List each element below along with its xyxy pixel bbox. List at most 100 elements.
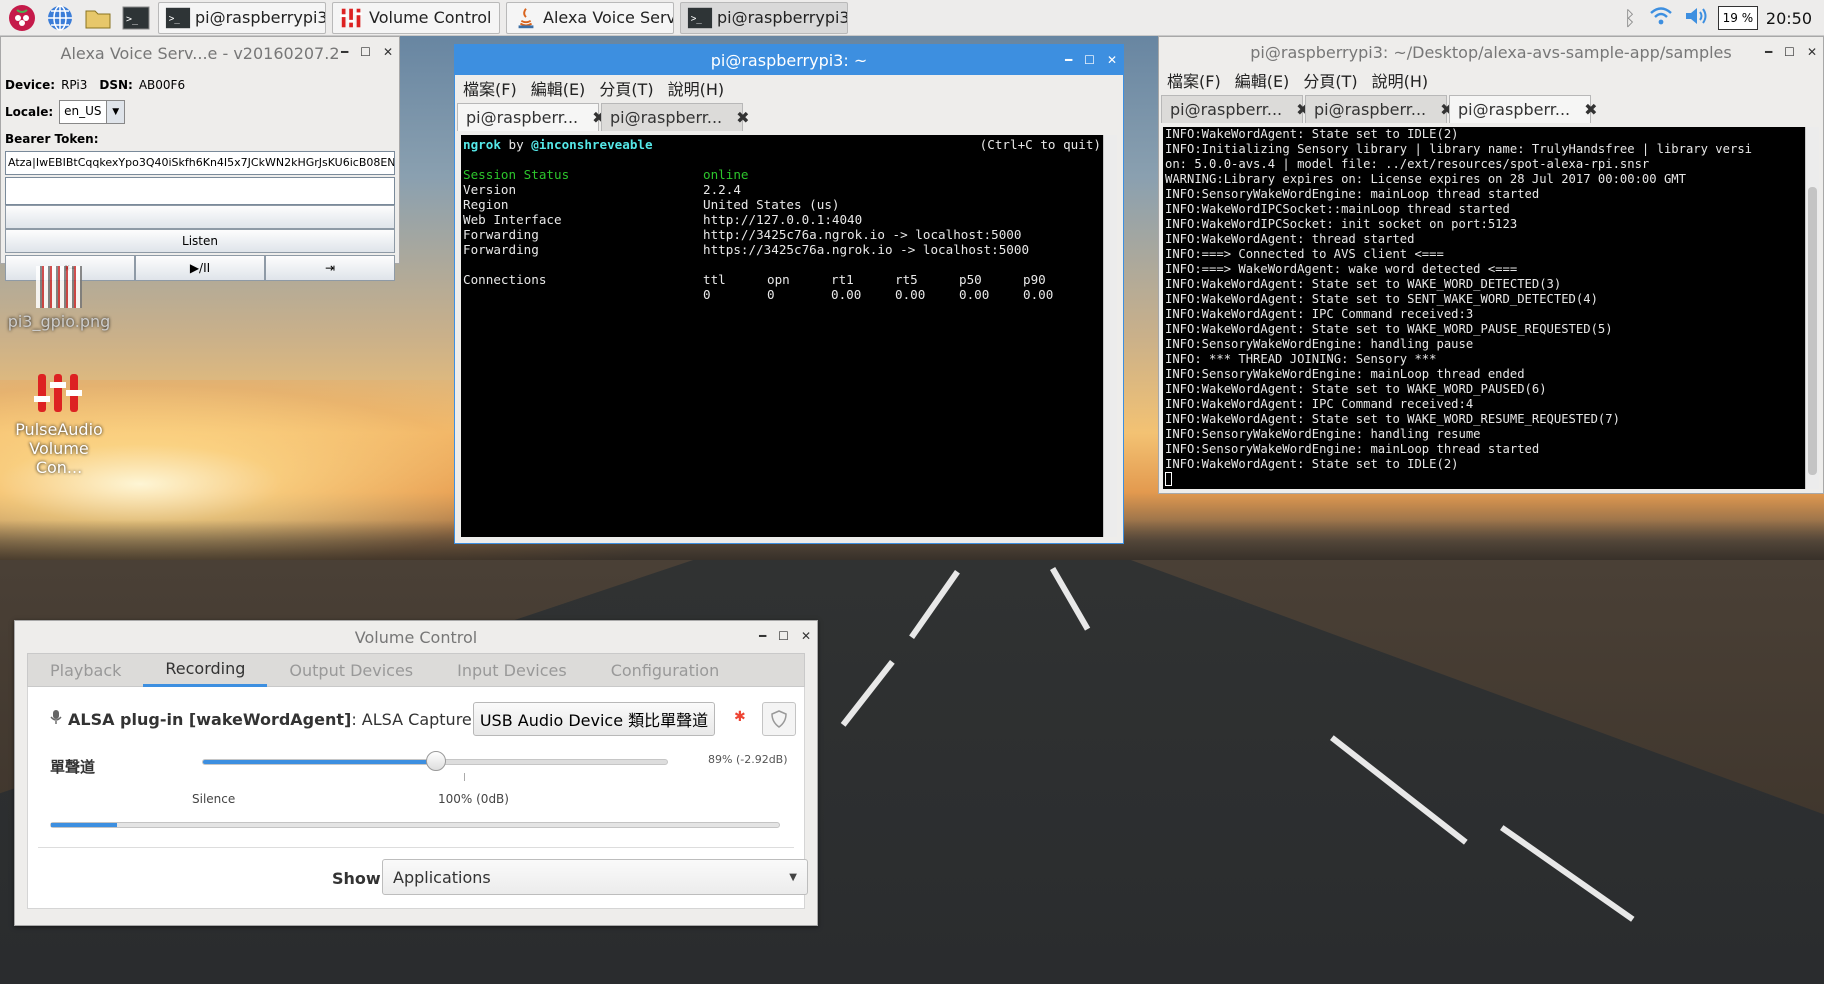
log-line: INFO:WakeWordIPCSocket: init socket on p… [1165, 217, 1518, 231]
tab-playback[interactable]: Playback [28, 653, 143, 687]
scrollbar[interactable] [1805, 127, 1819, 489]
tab-terminal-2[interactable]: pi@raspberr... ✖ [1305, 95, 1454, 123]
tab-terminal-3[interactable]: pi@raspberr... ✖ [1449, 95, 1598, 123]
svg-text:>_: >_ [169, 13, 181, 24]
play-pause-button[interactable]: ▶/II [135, 255, 265, 281]
task-volume-control[interactable]: Volume Control [332, 1, 500, 34]
listen-button[interactable]: Listen [5, 229, 395, 253]
volume-tab-bar: Playback Recording Output Devices Input … [27, 653, 805, 687]
lock-channels-button[interactable] [762, 702, 796, 736]
minimize-icon[interactable]: ━ [341, 45, 348, 59]
show-label: Show: [332, 869, 388, 888]
menu-file[interactable]: 檔案(F) [463, 76, 517, 100]
maximize-icon[interactable]: ☐ [360, 45, 371, 59]
menu-edit[interactable]: 編輯(E) [531, 76, 586, 100]
menu-help[interactable]: 說明(H) [668, 76, 725, 100]
close-icon[interactable]: ✖ [1584, 100, 1597, 119]
unnamed-button[interactable] [5, 205, 395, 229]
wifi-icon[interactable] [1650, 6, 1672, 30]
chevron-down-icon[interactable]: ▼ [106, 101, 125, 123]
ngrok-brand: ngrok [463, 137, 501, 152]
volume-icon[interactable] [1684, 6, 1710, 30]
tab-terminal-1[interactable]: pi@raspberr... ✖ [457, 103, 606, 131]
task-alexa[interactable]: Alexa Voice Service -... [506, 1, 674, 34]
source-device-button[interactable]: USB Audio Device 類比單聲道 [473, 702, 715, 736]
task-terminal-1[interactable]: >_ pi@raspberrypi3: ~/... [158, 1, 326, 34]
show-value: Applications [393, 867, 491, 887]
volume-titlebar[interactable]: Volume Control ━ ☐ ✕ [15, 621, 817, 653]
minimize-icon[interactable]: ━ [759, 629, 766, 643]
close-icon[interactable]: ✕ [1107, 53, 1117, 67]
bluetooth-icon[interactable]: ᛒ [1624, 6, 1636, 30]
close-icon[interactable]: ✕ [801, 629, 811, 643]
menubar: 檔案(F) 編輯(E) 分頁(T) 說明(H) [455, 75, 1123, 101]
connections-values: 0 0 0.00 0.00 0.00 0.00 [463, 287, 1115, 302]
volume-slider[interactable] [202, 751, 668, 771]
tab-bar: pi@raspberr... ✖ pi@raspberr... ✖ pi@raspb… [1159, 93, 1823, 123]
next-button[interactable]: ⇥ [265, 255, 395, 281]
scrollbar[interactable] [1103, 135, 1117, 537]
raspberry-menu-icon[interactable] [6, 2, 38, 34]
conn-col: ttl [703, 272, 726, 287]
device-value: RPi3 [61, 78, 88, 92]
task-label: pi@raspberrypi3: ~/... [195, 8, 326, 27]
close-icon[interactable]: ✕ [383, 45, 393, 59]
menu-tabs[interactable]: 分頁(T) [1303, 68, 1357, 92]
cpu-monitor[interactable]: 19 % [1717, 6, 1758, 30]
conn-val: 0.00 [1023, 287, 1054, 302]
status-row: Session Status online [463, 167, 1115, 182]
maximize-icon[interactable]: ☐ [1084, 53, 1095, 67]
conn-val: 0.00 [831, 287, 862, 302]
menu-tabs[interactable]: 分頁(T) [599, 76, 653, 100]
mute-indicator-icon[interactable]: ✱ [734, 709, 746, 725]
task-terminal-2[interactable]: >_ pi@raspberrypi3: ~ [680, 1, 848, 34]
desktop-icon-gpio[interactable]: pi3_gpio.png [4, 266, 114, 331]
locale-select[interactable]: en_US ▼ [59, 100, 126, 124]
log-line: INFO:WakeWordAgent: State set to WAKE_WO… [1165, 322, 1613, 336]
log-titlebar[interactable]: pi@raspberrypi3: ~/Desktop/alexa-avs-sam… [1159, 37, 1823, 67]
log-line: INFO:WakeWordAgent: State set to WAKE_WO… [1165, 277, 1562, 291]
menu-edit[interactable]: 編輯(E) [1235, 68, 1290, 92]
desktop-icon-label: pi3_gpio.png [7, 312, 111, 331]
ngrok-titlebar[interactable]: pi@raspberrypi3: ~ ━ ☐ ✕ [455, 45, 1123, 75]
status-row: Version 2.2.4 [463, 182, 1115, 197]
tab-label: pi@raspberr... [1170, 100, 1283, 119]
menu-file[interactable]: 檔案(F) [1167, 68, 1221, 92]
ngrok-terminal-window: pi@raspberrypi3: ~ ━ ☐ ✕ 檔案(F) 編輯(E) 分頁(T)… [454, 44, 1124, 544]
desktop-icon-pulseaudio[interactable]: PulseAudio Volume Con... [4, 368, 114, 477]
menu-help[interactable]: 說明(H) [1372, 68, 1429, 92]
alexa-titlebar[interactable]: Alexa Voice Serv...e - v20160207.2 ━ ☐ ✕ [1, 37, 399, 69]
terminal-icon[interactable]: >_ [120, 2, 152, 34]
scroll-thumb[interactable] [1808, 187, 1817, 475]
recording-panel: ALSA plug-in [wakeWordAgent]: ALSA Captu… [27, 687, 808, 909]
maximize-icon[interactable]: ☐ [1784, 45, 1795, 59]
clock[interactable]: 20:50 [1766, 9, 1812, 28]
tab-terminal-1[interactable]: pi@raspberr... ✖ [1161, 95, 1310, 123]
show-select[interactable]: Applications ▼ [382, 859, 808, 895]
close-icon[interactable]: ✕ [1807, 45, 1817, 59]
tab-output-devices[interactable]: Output Devices [267, 653, 435, 687]
java-icon [518, 7, 534, 28]
close-icon[interactable]: ✖ [736, 108, 749, 127]
tab-terminal-2[interactable]: pi@raspberr... ✖ [601, 103, 750, 131]
file-manager-icon[interactable] [82, 2, 114, 34]
token-field[interactable]: Atza|IwEBIBtCqqkexYpo3Q40iSkfh6Kn4I5x7JC… [5, 151, 395, 175]
maximize-icon[interactable]: ☐ [778, 629, 789, 643]
status-key: Version [463, 182, 517, 197]
status-row: Forwarding https://3425c76a.ngrok.io -> l… [463, 242, 1115, 257]
meter-fill [51, 823, 117, 827]
slider-knob[interactable] [426, 751, 447, 771]
minimize-icon[interactable]: ━ [1765, 45, 1772, 59]
tab-configuration[interactable]: Configuration [589, 653, 742, 687]
terminal-screen[interactable]: INFO:WakeWordAgent: State set to IDLE(2)… [1163, 127, 1819, 489]
web-browser-icon[interactable] [44, 2, 76, 34]
blank-field[interactable] [5, 177, 395, 205]
tab-label: pi@raspberr... [1314, 100, 1427, 119]
status-key: Forwarding [463, 242, 539, 257]
tab-recording[interactable]: Recording [143, 653, 268, 687]
device-label: Device: [5, 78, 56, 92]
log-line: on: 5.0.0-avs.4 | model file: ../ext/res… [1165, 157, 1650, 171]
tab-input-devices[interactable]: Input Devices [435, 653, 589, 687]
terminal-screen[interactable]: ngrok by @inconshreveable (Ctrl+C to qui… [461, 135, 1117, 537]
minimize-icon[interactable]: ━ [1065, 53, 1072, 67]
